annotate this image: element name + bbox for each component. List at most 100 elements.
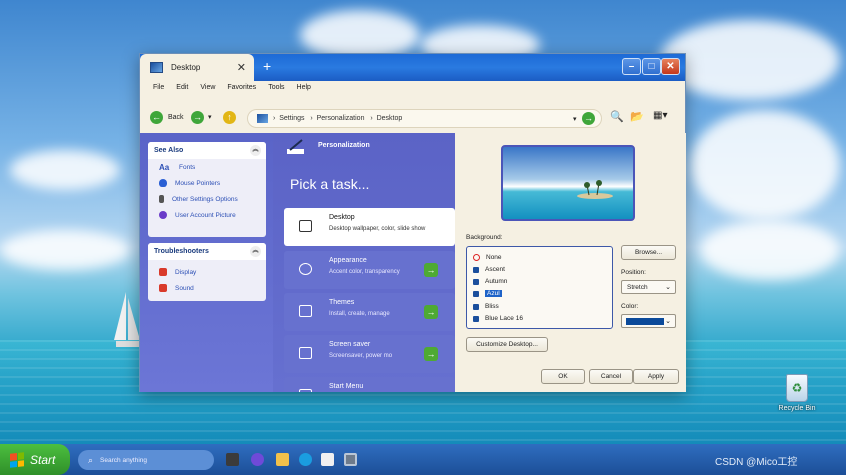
background-option[interactable]: None <box>473 252 502 263</box>
task-screen-saver[interactable]: Screen saver Screensaver, power mo → <box>284 335 455 373</box>
troubleshooter-label: Sound <box>175 284 194 292</box>
left-task-pane: See Also ︽ Aa Fonts Mouse Pointers Other… <box>140 133 273 392</box>
menu-edit[interactable]: Edit <box>176 84 188 91</box>
desktop-settings-pane: Background: None Ascent Autumn Azul Blis… <box>455 133 686 392</box>
background-option[interactable]: Ascent <box>473 264 505 275</box>
address-dropdown-icon[interactable]: ▾ <box>573 115 577 123</box>
maximize-button[interactable]: □ <box>642 58 661 75</box>
back-button[interactable]: Back <box>168 114 184 121</box>
search-icon: ⌕ <box>88 454 94 465</box>
search-placeholder: Search anything <box>100 456 148 464</box>
see-also-label: Fonts <box>179 163 196 171</box>
breadcrumb-settings[interactable]: Settings <box>279 115 304 122</box>
search-icon[interactable]: 🔍 <box>610 110 624 123</box>
see-also-label: User Account Picture <box>175 211 236 219</box>
see-also-mouse-pointers[interactable]: Mouse Pointers <box>148 175 266 191</box>
history-dropdown-icon[interactable]: ▾ <box>208 113 212 121</box>
browse-button[interactable]: Browse... <box>621 245 676 260</box>
menu-tools[interactable]: Tools <box>268 84 284 91</box>
forward-arrow-icon[interactable]: → <box>191 111 204 124</box>
chevron-down-icon: ⌄ <box>665 284 671 291</box>
start-label: Start <box>30 452 56 467</box>
go-arrow-icon[interactable]: → <box>582 112 595 125</box>
recycle-bin-icon: ♻ <box>786 374 808 402</box>
wallpaper-preview <box>501 145 635 221</box>
troubleshooters-header[interactable]: Troubleshooters ︽ <box>148 243 266 260</box>
file-explorer-icon[interactable] <box>276 453 289 466</box>
cancel-button[interactable]: Cancel <box>589 369 633 384</box>
start-menu-icon <box>299 389 312 392</box>
apply-button[interactable]: Apply <box>633 369 679 384</box>
background-option[interactable]: Blue Lace 16 <box>473 313 523 324</box>
display-icon <box>159 268 167 276</box>
customize-desktop-button[interactable]: Customize Desktop... <box>466 337 548 352</box>
maximize-icon: □ <box>648 61 655 72</box>
start-button[interactable]: Start <box>0 444 70 475</box>
close-button[interactable]: ✕ <box>661 58 680 75</box>
task-desktop[interactable]: Desktop Desktop wallpaper, color, slide … <box>284 208 455 246</box>
image-icon <box>473 278 479 285</box>
color-picker[interactable]: ⌄ <box>621 314 676 328</box>
views-icon[interactable]: ▦▾ <box>653 110 667 121</box>
see-also-other-settings[interactable]: Other Settings Options <box>148 191 266 207</box>
see-also-fonts[interactable]: Aa Fonts <box>148 159 266 175</box>
tab-desktop[interactable]: Desktop ✕ <box>140 54 254 81</box>
paintbrush-icon <box>287 139 304 154</box>
image-icon <box>473 315 479 322</box>
chat-icon[interactable] <box>251 453 264 466</box>
task-list-pane: Personalization Pick a task... Desktop D… <box>273 133 455 392</box>
go-arrow-icon[interactable]: → <box>424 347 438 361</box>
task-appearance[interactable]: Appearance Accent color, transparency → <box>284 251 455 289</box>
up-folder-icon[interactable]: ↑ <box>223 111 236 124</box>
task-title: Appearance <box>329 257 367 264</box>
image-icon <box>473 290 479 297</box>
new-tab-button[interactable]: + <box>263 58 271 74</box>
back-arrow-icon[interactable]: ← <box>150 111 163 124</box>
troubleshooter-sound[interactable]: Sound <box>148 280 266 296</box>
background-option[interactable]: Bliss <box>473 301 499 312</box>
mouse-icon <box>159 179 167 187</box>
task-title: Screen saver <box>329 341 371 348</box>
see-also-header[interactable]: See Also ︽ <box>148 142 266 159</box>
task-title: Themes <box>329 299 355 306</box>
background-option[interactable]: Autumn <box>473 276 507 287</box>
breadcrumb-desktop[interactable]: Desktop <box>377 115 403 122</box>
menu-view[interactable]: View <box>200 84 215 91</box>
go-arrow-icon[interactable]: → <box>424 263 438 277</box>
ok-button[interactable]: OK <box>541 369 585 384</box>
menu-bar: File Edit View Favorites Tools Help <box>153 84 311 91</box>
taskbar-search[interactable]: ⌕ Search anything <box>78 450 214 470</box>
task-subtitle: Screensaver, power mo <box>329 353 393 359</box>
watermark-text: CSDN @Mico工控 <box>715 457 798 468</box>
store-icon[interactable] <box>321 453 334 466</box>
tab-close-icon[interactable]: ✕ <box>237 61 246 74</box>
troubleshooter-display[interactable]: Display <box>148 264 266 280</box>
settings-app-icon[interactable] <box>344 453 357 466</box>
background-list[interactable]: None Ascent Autumn Azul Bliss Blue Lace … <box>466 246 613 329</box>
collapse-icon[interactable]: ︽ <box>250 145 261 156</box>
palette-icon <box>299 263 312 275</box>
background-option-selected[interactable]: Azul <box>473 288 502 299</box>
troubleshooters-panel: Troubleshooters ︽ Display Sound <box>148 243 266 301</box>
menu-file[interactable]: File <box>153 84 164 91</box>
task-themes[interactable]: Themes Install, create, manage → <box>284 293 455 331</box>
task-start-menu[interactable]: Start Menu <box>284 377 455 392</box>
task-view-icon[interactable] <box>226 453 239 466</box>
troubleshooter-label: Display <box>175 268 197 276</box>
windows-logo-icon <box>10 451 24 468</box>
address-bar[interactable]: › Settings › Personalization › Desktop ▾… <box>247 109 602 128</box>
recycle-bin[interactable]: ♻ Recycle Bin <box>772 374 822 412</box>
minimize-button[interactable]: – <box>622 58 641 75</box>
go-arrow-icon[interactable]: → <box>424 305 438 319</box>
collapse-icon[interactable]: ︽ <box>250 246 261 257</box>
desktop-settings-window: Desktop ✕ + – □ ✕ File Edit View Favorit… <box>139 53 686 392</box>
see-also-user-picture[interactable]: User Account Picture <box>148 207 266 223</box>
color-swatch <box>626 318 664 325</box>
position-value: Stretch <box>627 284 648 291</box>
breadcrumb-personalization[interactable]: Personalization <box>317 115 365 122</box>
folders-icon[interactable]: 📂 <box>630 110 644 123</box>
menu-help[interactable]: Help <box>297 84 311 91</box>
position-select[interactable]: Stretch ⌄ <box>621 280 676 294</box>
menu-favorites[interactable]: Favorites <box>227 84 256 91</box>
edge-browser-icon[interactable] <box>299 453 312 466</box>
